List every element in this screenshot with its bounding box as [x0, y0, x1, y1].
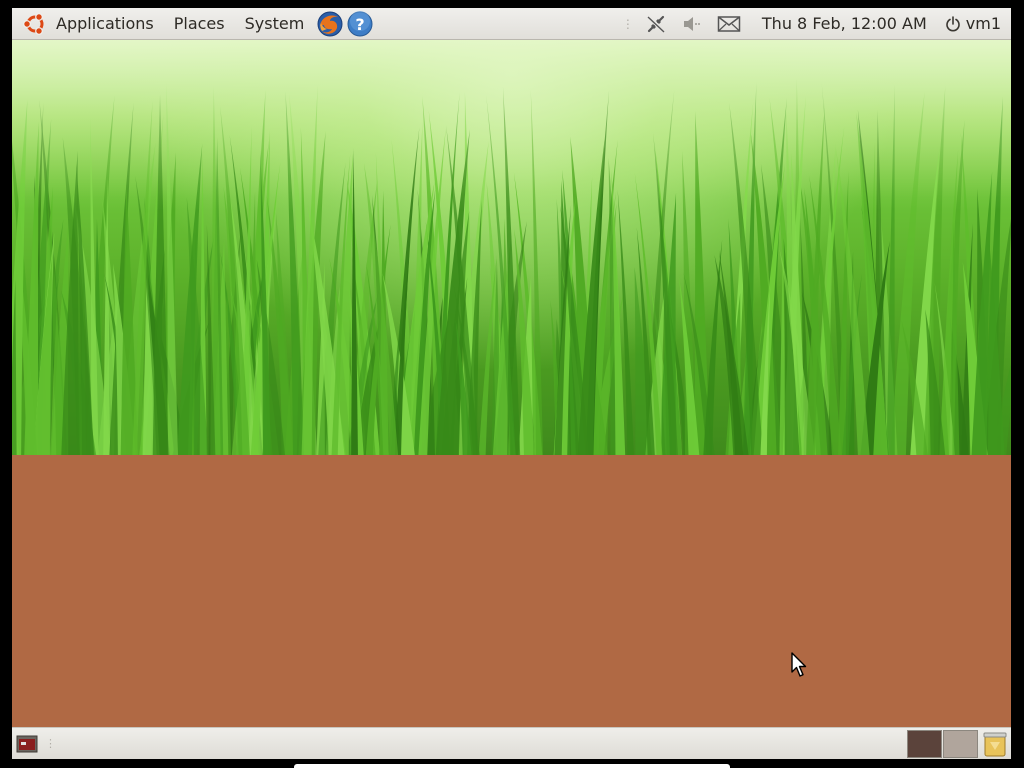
- main-menu: Applications Places System ?: [12, 8, 374, 39]
- taskbar-handle[interactable]: ⋮: [45, 737, 56, 750]
- applications-menu-label: Applications: [56, 14, 154, 33]
- ubuntu-logo-icon: [23, 12, 44, 35]
- network-indicator[interactable]: [638, 8, 674, 39]
- show-desktop-button[interactable]: [15, 732, 39, 756]
- system-menu[interactable]: System: [235, 8, 315, 39]
- screen-glint: [294, 764, 730, 768]
- tray-handle[interactable]: ⋮: [618, 17, 638, 31]
- svg-text:?: ?: [356, 15, 365, 34]
- grass-wallpaper: [12, 40, 1011, 455]
- session-menu[interactable]: vm1: [937, 8, 1011, 39]
- help-icon: ?: [347, 10, 373, 36]
- grass-haze: [12, 40, 1011, 210]
- workspace-1[interactable]: [907, 729, 942, 758]
- volume-icon: [683, 16, 700, 31]
- help-launcher[interactable]: ?: [346, 10, 374, 38]
- bottom-panel: ⋮: [12, 727, 1011, 759]
- trash-button[interactable]: [981, 730, 1009, 758]
- places-menu[interactable]: Places: [164, 8, 235, 39]
- workspace-2[interactable]: [943, 729, 978, 758]
- mouse-pointer-icon: [791, 652, 807, 677]
- session-user-label: vm1: [965, 14, 1001, 33]
- clock[interactable]: Thu 8 Feb, 12:00 AM: [748, 8, 937, 39]
- show-desktop-icon: [16, 735, 38, 752]
- network-icon: [647, 15, 665, 33]
- desktop[interactable]: [12, 40, 1011, 727]
- firefox-launcher[interactable]: [316, 10, 344, 38]
- mail-icon: [717, 15, 741, 32]
- workspace-switcher[interactable]: [906, 729, 978, 758]
- volume-indicator[interactable]: [674, 8, 710, 39]
- wallpaper-ground: [12, 455, 1011, 727]
- system-tray: ⋮ Thu 8 Feb, 12:00 AM vm1: [618, 8, 1011, 39]
- power-icon: [945, 15, 960, 31]
- mail-indicator[interactable]: [710, 8, 748, 39]
- top-panel: Applications Places System ? ⋮ Thu 8 Feb…: [12, 8, 1011, 40]
- places-menu-label: Places: [173, 14, 225, 33]
- trash-icon: [983, 732, 1007, 756]
- grass-blades: [12, 40, 1011, 455]
- system-menu-label: System: [244, 14, 305, 33]
- applications-menu[interactable]: Applications: [12, 8, 164, 39]
- firefox-icon: [317, 11, 343, 36]
